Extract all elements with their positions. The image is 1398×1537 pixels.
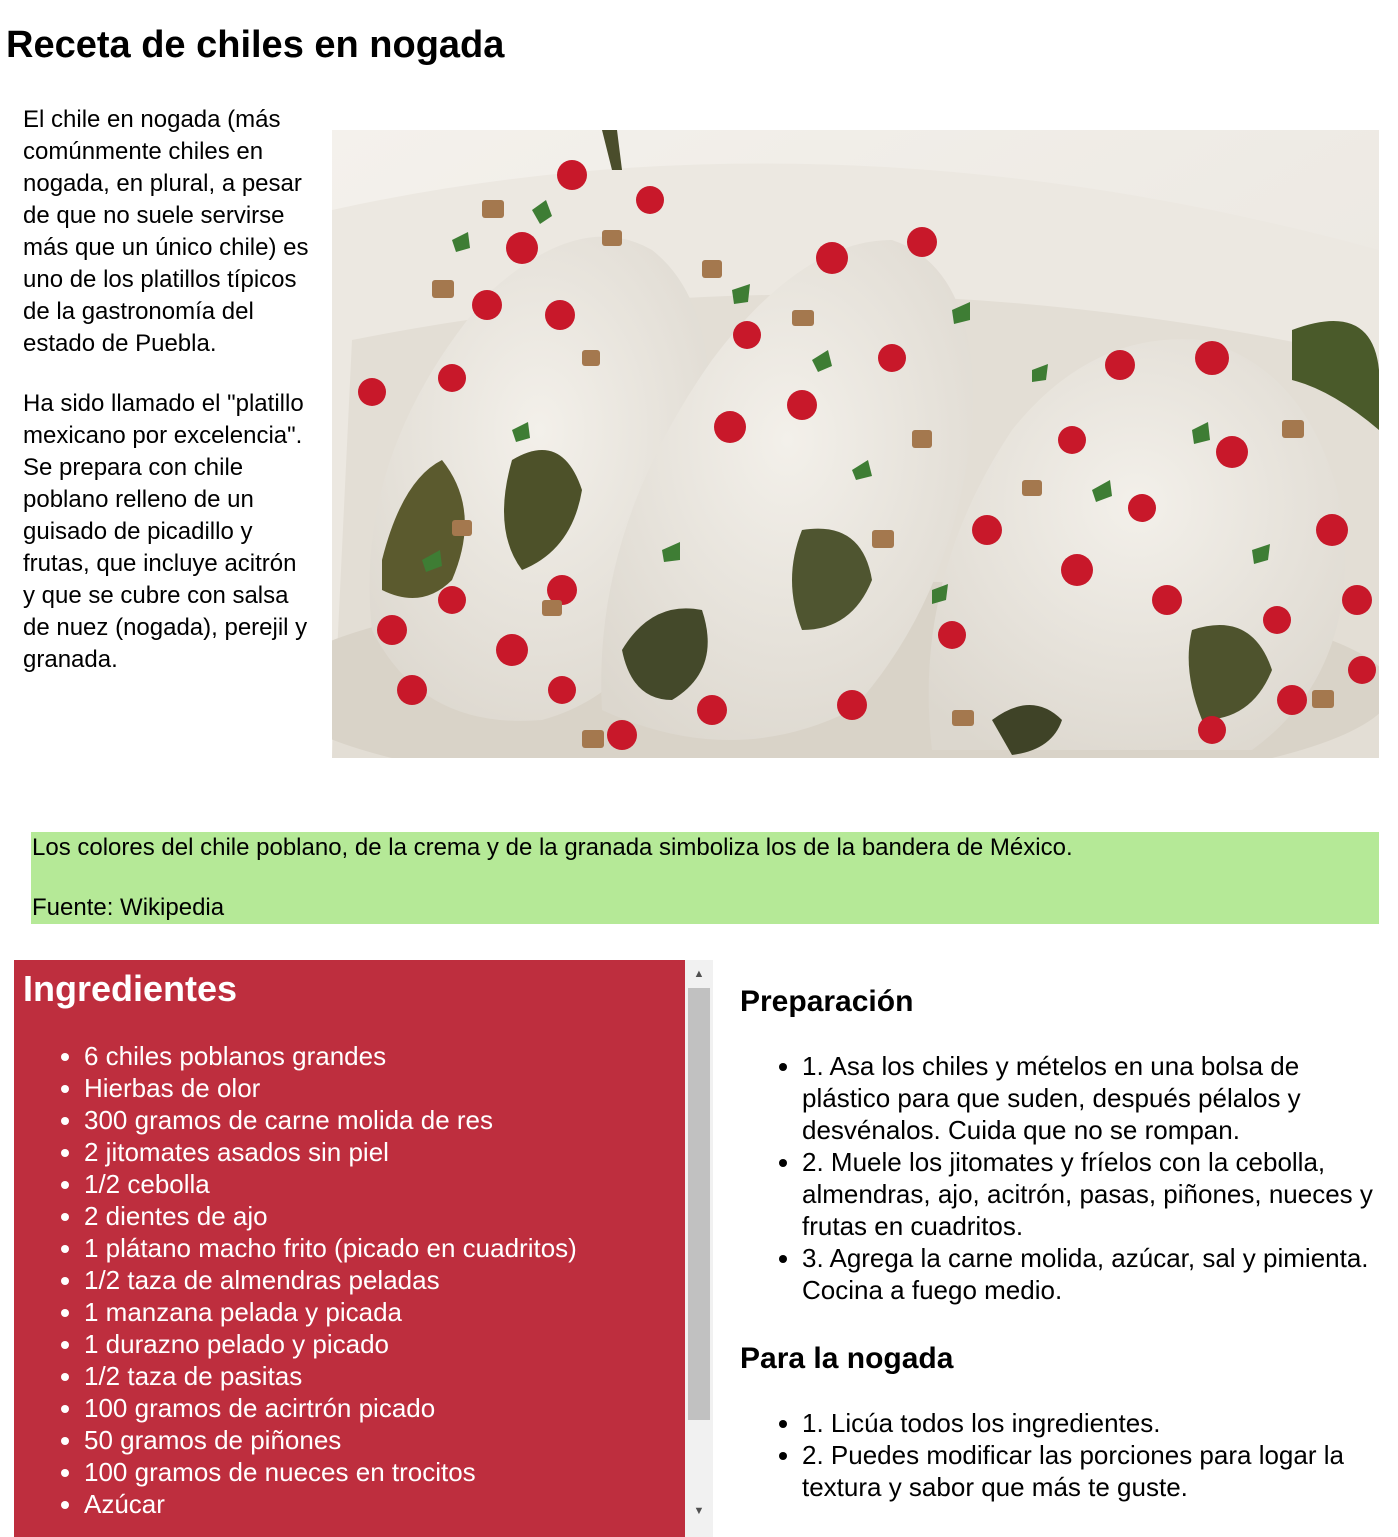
nogada-step: 2. Puedes modificar las porciones para l… <box>802 1439 1380 1503</box>
scrollbar-thumb[interactable] <box>688 988 710 1420</box>
intro-paragraph-2: Ha sido llamado el "platillo mexicano po… <box>23 390 308 673</box>
note-source: Fuente: Wikipedia <box>32 894 225 921</box>
ingredient-item: 1/2 taza de pasitas <box>84 1360 577 1392</box>
ingredients-scrollbar[interactable]: ▲ ▼ <box>685 960 713 1537</box>
preparation-steps: 1. Asa los chiles y mételos en una bolsa… <box>740 1050 1380 1306</box>
note-box: Los colores del chile poblano, de la cre… <box>31 832 1379 924</box>
ingredients-list: 6 chiles poblanos grandesHierbas de olor… <box>84 1040 577 1520</box>
ingredient-item: 2 jitomates asados sin piel <box>84 1136 577 1168</box>
preparation-section: Preparación 1. Asa los chiles y mételos … <box>740 983 1380 1503</box>
ingredient-item: Azúcar <box>84 1488 577 1520</box>
note-text: Los colores del chile poblano, de la cre… <box>32 834 1073 861</box>
ingredients-title: Ingredientes <box>23 968 238 1009</box>
page-title: Receta de chiles en nogada <box>6 24 505 66</box>
nogada-step: 1. Licúa todos los ingredientes. <box>802 1407 1380 1439</box>
ingredient-item: 1/2 cebolla <box>84 1168 577 1200</box>
ingredient-item: 1 manzana pelada y picada <box>84 1296 577 1328</box>
nogada-title: Para la nogada <box>740 1342 954 1375</box>
ingredient-item: 1 durazno pelado y picado <box>84 1328 577 1360</box>
nogada-steps: 1. Licúa todos los ingredientes.2. Puede… <box>740 1407 1380 1503</box>
ingredient-item: 50 gramos de piñones <box>84 1424 577 1456</box>
ingredient-item: 300 gramos de carne molida de res <box>84 1104 577 1136</box>
ingredients-panel[interactable]: Ingredientes 6 chiles poblanos grandesHi… <box>14 960 713 1537</box>
preparation-title: Preparación <box>740 985 914 1018</box>
preparation-step: 1. Asa los chiles y mételos en una bolsa… <box>802 1050 1380 1146</box>
preparation-step: 3. Agrega la carne molida, azúcar, sal y… <box>802 1242 1380 1306</box>
preparation-step: 2. Muele los jitomates y fríelos con la … <box>802 1146 1380 1242</box>
ingredient-item: 1/2 taza de almendras peladas <box>84 1264 577 1296</box>
ingredient-item: 100 gramos de acirtrón picado <box>84 1392 577 1424</box>
ingredient-item: 6 chiles poblanos grandes <box>84 1040 577 1072</box>
ingredient-item: 2 dientes de ajo <box>84 1200 577 1232</box>
intro-paragraph-1: El chile en nogada (más comúnmente chile… <box>23 106 309 357</box>
ingredient-item: 1 plátano macho frito (picado en cuadrit… <box>84 1232 577 1264</box>
chiles-en-nogada-photo <box>332 130 1379 758</box>
scroll-up-arrow-icon[interactable]: ▲ <box>685 962 713 986</box>
ingredient-item: 100 gramos de nueces en trocitos <box>84 1456 577 1488</box>
scroll-down-arrow-icon[interactable]: ▼ <box>685 1499 713 1523</box>
ingredient-item: Hierbas de olor <box>84 1072 577 1104</box>
intro-text: El chile en nogada (más comúnmente chile… <box>23 104 313 676</box>
